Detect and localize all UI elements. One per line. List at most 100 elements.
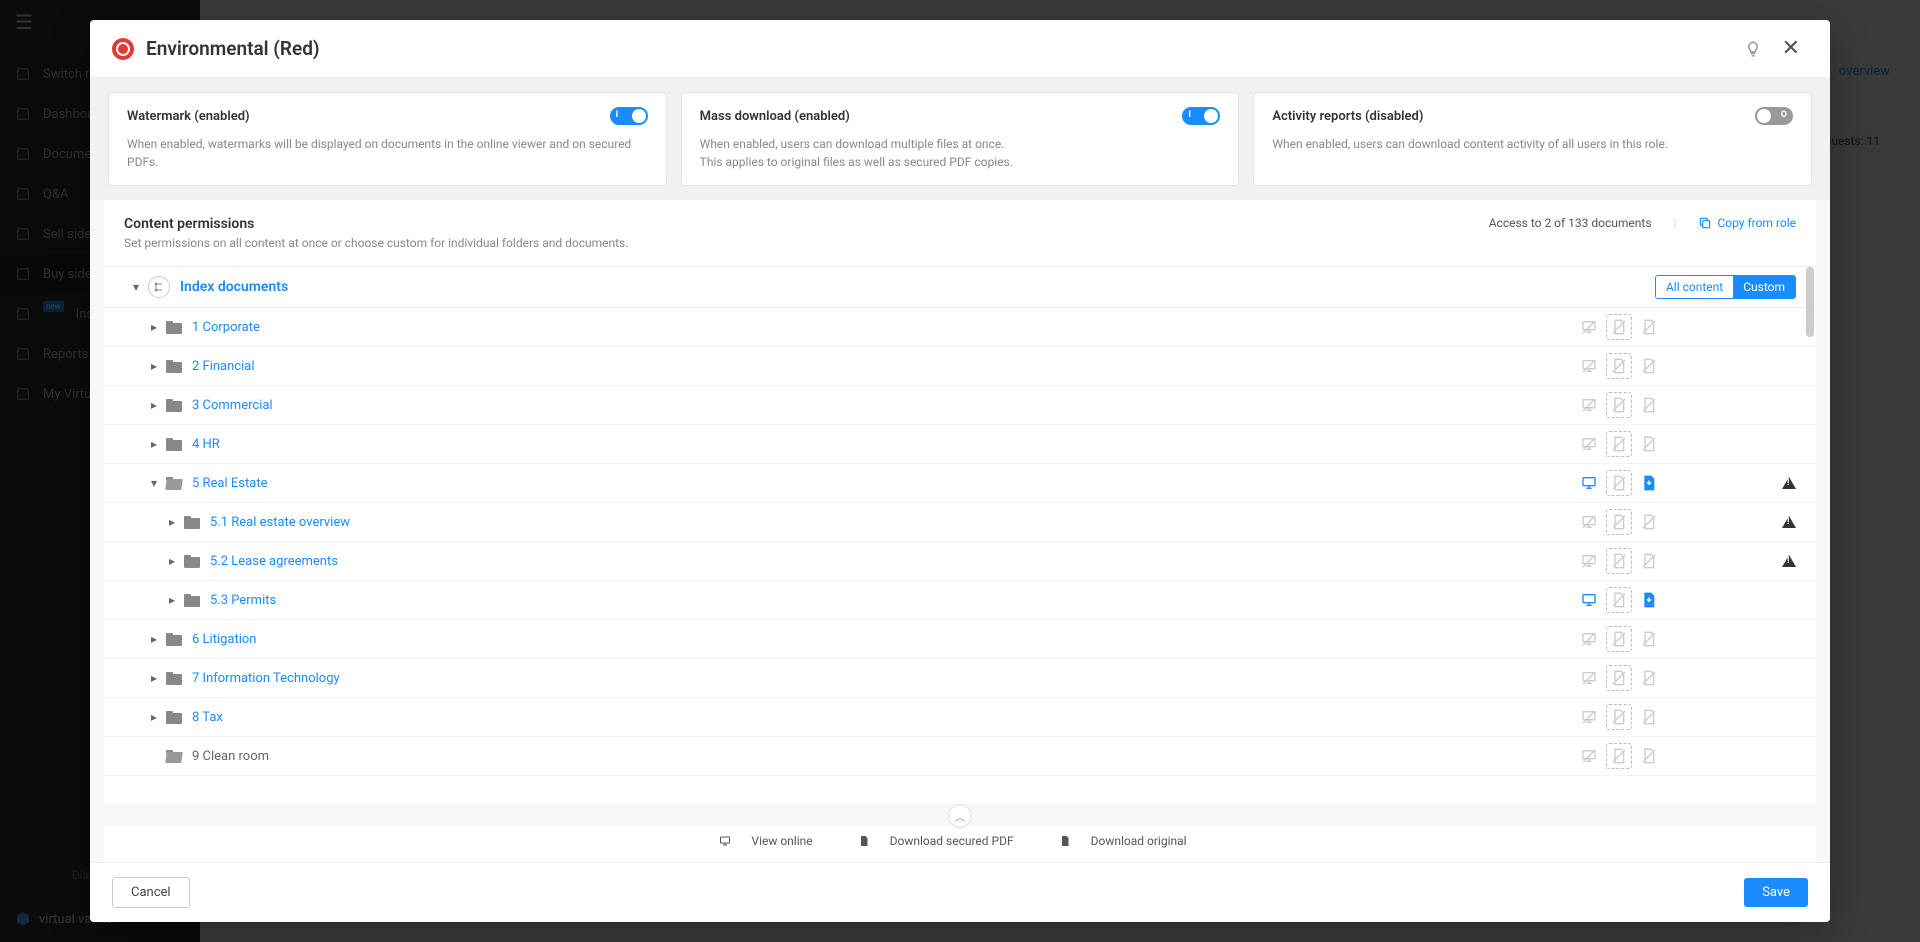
download-secured-pdf-icon[interactable] xyxy=(1606,392,1632,418)
copy-from-role-link[interactable]: Copy from role xyxy=(1698,216,1796,230)
chevron-down-icon[interactable]: ▾ xyxy=(124,280,148,294)
view-online-icon[interactable] xyxy=(1576,665,1602,691)
download-original-icon[interactable] xyxy=(1636,743,1662,769)
download-original-icon[interactable] xyxy=(1636,314,1662,340)
cancel-button[interactable]: Cancel xyxy=(112,877,190,908)
card-description: When enabled, users can download content… xyxy=(1272,135,1793,153)
permission-legend: View online Download secured PDF Downloa… xyxy=(104,826,1816,862)
folder-link[interactable]: 5.2 Lease agreements xyxy=(210,554,338,569)
view-online-icon[interactable] xyxy=(1576,353,1602,379)
tree-row: ▾ 5 Real Estate xyxy=(104,464,1816,503)
folder-link[interactable]: 5.1 Real estate overview xyxy=(210,515,350,530)
download-secured-pdf-icon[interactable] xyxy=(1606,548,1632,574)
setting-card-0: Watermark (enabled)IWhen enabled, waterm… xyxy=(108,92,667,186)
download-original-icon[interactable] xyxy=(1636,665,1662,691)
view-online-icon[interactable] xyxy=(1576,431,1602,457)
chevron-right-icon[interactable]: ▸ xyxy=(160,593,184,607)
folder-link[interactable]: 9 Clean room xyxy=(192,749,269,764)
folder-link[interactable]: 5.3 Permits xyxy=(210,593,276,608)
card-description: When enabled, users can download multipl… xyxy=(700,135,1221,171)
download-original-icon[interactable] xyxy=(1636,704,1662,730)
chevron-right-icon[interactable]: ▸ xyxy=(142,359,166,373)
save-button[interactable]: Save xyxy=(1744,878,1808,907)
folder-icon xyxy=(166,399,182,412)
custom-option[interactable]: Custom xyxy=(1733,276,1795,298)
folder-tree: ▾ Index documents All content Custom ▸ 1 … xyxy=(104,267,1816,804)
view-online-icon[interactable] xyxy=(1576,548,1602,574)
close-icon[interactable]: ✕ xyxy=(1774,34,1808,63)
folder-icon xyxy=(166,672,182,685)
toggle-switch[interactable]: O xyxy=(1755,107,1793,125)
view-online-icon[interactable] xyxy=(1576,314,1602,340)
folder-link[interactable]: 7 Information Technology xyxy=(192,671,340,686)
toggle-switch[interactable]: I xyxy=(1182,107,1220,125)
warning-icon xyxy=(1782,555,1796,567)
folder-link[interactable]: 2 Financial xyxy=(192,359,255,374)
download-secured-pdf-icon[interactable] xyxy=(1606,509,1632,535)
warning-icon xyxy=(1782,477,1796,489)
chevron-right-icon[interactable]: ▸ xyxy=(142,437,166,451)
permissions-subtitle: Set permissions on all content at once o… xyxy=(124,236,628,250)
chevron-right-icon[interactable]: ▸ xyxy=(142,398,166,412)
content-scope-toggle[interactable]: All content Custom xyxy=(1655,275,1796,299)
download-secured-pdf-icon[interactable] xyxy=(1606,587,1632,613)
all-content-option[interactable]: All content xyxy=(1656,276,1733,298)
tree-row: ▸ 1 Corporate xyxy=(104,308,1816,347)
view-online-icon[interactable] xyxy=(1576,470,1602,496)
folder-link[interactable]: 5 Real Estate xyxy=(192,476,267,491)
folder-link[interactable]: 4 HR xyxy=(192,437,220,452)
tree-row: ▸ 5.3 Permits xyxy=(104,581,1816,620)
folder-icon xyxy=(184,516,200,529)
download-original-icon[interactable] xyxy=(1636,392,1662,418)
folder-link[interactable]: 1 Corporate xyxy=(192,320,260,335)
download-secured-pdf-icon[interactable] xyxy=(1606,665,1632,691)
collapse-legend-button[interactable]: ︿ xyxy=(948,804,972,828)
view-online-icon[interactable] xyxy=(1576,704,1602,730)
download-original-icon[interactable] xyxy=(1636,548,1662,574)
chevron-right-icon[interactable]: ▸ xyxy=(142,710,166,724)
view-online-icon[interactable] xyxy=(1576,626,1602,652)
download-original-icon[interactable] xyxy=(1636,431,1662,457)
download-secured-pdf-icon[interactable] xyxy=(1606,353,1632,379)
chevron-right-icon[interactable]: ▸ xyxy=(142,671,166,685)
folder-link[interactable]: 3 Commercial xyxy=(192,398,273,413)
folder-icon xyxy=(166,750,182,763)
download-secured-pdf-icon[interactable] xyxy=(1606,626,1632,652)
download-secured-pdf-icon[interactable] xyxy=(1606,431,1632,457)
view-online-icon[interactable] xyxy=(1576,743,1602,769)
folder-icon xyxy=(184,555,200,568)
index-documents-link[interactable]: Index documents xyxy=(180,279,1655,295)
tree-scrollbar[interactable] xyxy=(1806,267,1814,337)
folder-link[interactable]: 8 Tax xyxy=(192,710,223,725)
view-online-icon[interactable] xyxy=(1576,392,1602,418)
download-original-icon[interactable] xyxy=(1636,587,1662,613)
chevron-down-icon[interactable]: ▾ xyxy=(142,476,166,490)
tree-row: ▸ 2 Financial xyxy=(104,347,1816,386)
toggle-switch[interactable]: I xyxy=(610,107,648,125)
access-count: Access to 2 of 133 documents xyxy=(1489,216,1652,230)
view-online-icon[interactable] xyxy=(1576,587,1602,613)
chevron-right-icon[interactable]: ▸ xyxy=(142,632,166,646)
modal-title: Environmental (Red) xyxy=(146,37,1732,60)
download-original-icon[interactable] xyxy=(1636,626,1662,652)
card-title: Watermark (enabled) xyxy=(127,109,250,124)
download-secured-pdf-icon[interactable] xyxy=(1606,704,1632,730)
download-original-icon[interactable] xyxy=(1636,353,1662,379)
chevron-right-icon[interactable]: ▸ xyxy=(142,320,166,334)
download-secured-pdf-icon[interactable] xyxy=(1606,743,1632,769)
download-secured-pdf-icon[interactable] xyxy=(1606,470,1632,496)
role-color-icon xyxy=(112,38,134,60)
setting-card-2: Activity reports (disabled)OWhen enabled… xyxy=(1253,92,1812,186)
download-original-icon[interactable] xyxy=(1636,470,1662,496)
tree-row: ▸ 5.2 Lease agreements xyxy=(104,542,1816,581)
folder-link[interactable]: 6 Litigation xyxy=(192,632,257,647)
tree-row: 9 Clean room xyxy=(104,737,1816,776)
tree-row: ▸ 8 Tax xyxy=(104,698,1816,737)
download-original-icon[interactable] xyxy=(1636,509,1662,535)
chevron-right-icon[interactable]: ▸ xyxy=(160,515,184,529)
hint-bulb-icon[interactable] xyxy=(1744,40,1762,58)
download-secured-pdf-icon[interactable] xyxy=(1606,314,1632,340)
role-permissions-modal: Environmental (Red) ✕ Watermark (enabled… xyxy=(90,20,1830,922)
chevron-right-icon[interactable]: ▸ xyxy=(160,554,184,568)
view-online-icon[interactable] xyxy=(1576,509,1602,535)
